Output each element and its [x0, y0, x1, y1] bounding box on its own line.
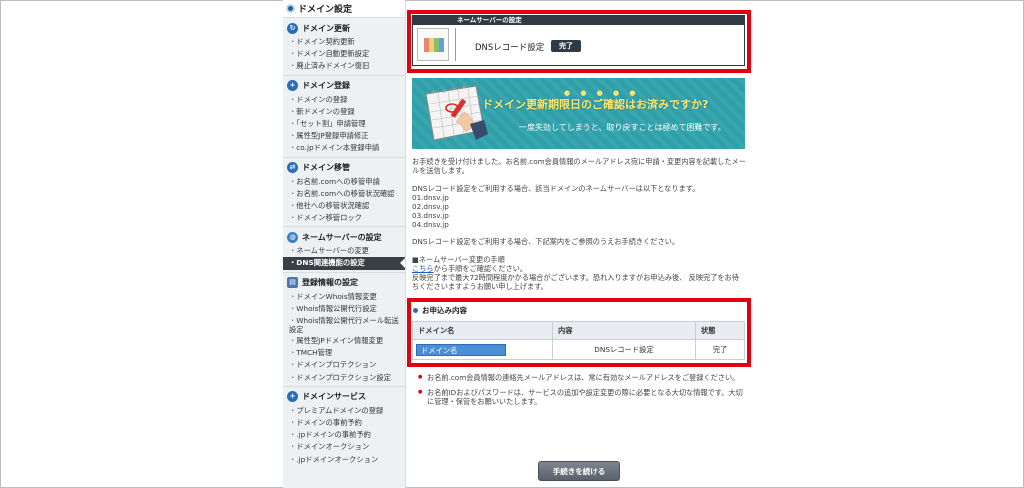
section-domain-services: + ドメインサービス プレミアムドメインの登録 ドメインの事前予約 .jpドメイン…: [283, 387, 405, 468]
nameserver-intro-text: DNSレコード設定をご利用する場合、該当ドメインのネームサーバーは以下となります…: [412, 184, 700, 193]
sidebar-item[interactable]: .jpドメインの事前予約: [283, 429, 405, 441]
nameserver-item: 01.dnsv.jp: [412, 193, 449, 202]
note-item: お名前IDおよびパスワードは、サービスの追加や設定変更の際に必要となる大切な情報…: [418, 388, 748, 406]
section-title: 登録情報の設定: [302, 278, 358, 288]
globe-icon: ◍: [287, 231, 298, 243]
sidebar-item[interactable]: お名前.comへの移管状況確認: [283, 188, 405, 200]
sidebar-item[interactable]: 他社への移管状況確認: [283, 200, 405, 212]
sidebar-item[interactable]: Whois情報公開代行設定: [283, 303, 405, 315]
sidebar-item[interactable]: お名前.comへの移管申請: [283, 176, 405, 188]
sidebar-item[interactable]: ドメインWhois情報変更: [283, 291, 405, 303]
highlight-box-status: [407, 10, 751, 73]
dns-guide-text: DNSレコード設定をご利用する場合、下記案内をご参照のうえお手続きください。: [412, 237, 680, 246]
confirmation-text: お手続きを受け付けました。お名前.com会員情報のメールアドレス宛に申請・変更内…: [412, 157, 746, 175]
nameserver-list: 01.dnsv.jp 02.dnsv.jp 03.dnsv.jp 04.dnsv…: [412, 193, 746, 229]
sidebar-title-text: ドメイン設定: [298, 5, 353, 15]
sidebar-item[interactable]: 属性型JPドメイン情報変更: [283, 335, 405, 347]
sidebar-item[interactable]: .jpドメインオークション: [283, 454, 405, 466]
ns-change-heading: ■ネームサーバー変更の手順: [412, 255, 505, 264]
plus-icon: +: [287, 80, 298, 92]
highlight-box-order: [407, 298, 751, 367]
sidebar-item[interactable]: 廃止済みドメイン復旧: [283, 60, 405, 72]
continue-button[interactable]: 手続きを続ける: [538, 461, 620, 481]
sidebar-item[interactable]: TMCH管理: [283, 347, 405, 359]
section-domain-renewal: ↻ ドメイン更新 ドメイン契約更新 ドメイン自動更新設定 廃止済みドメイン復旧: [283, 18, 405, 76]
sidebar-item[interactable]: 「セット割」申請管理: [283, 118, 405, 130]
procedure-link-suffix: から手順をご確認ください。: [433, 264, 528, 273]
sidebar-item[interactable]: 属性型JP登録申請修正: [283, 130, 405, 142]
sidebar-item[interactable]: プレミアムドメインの登録: [283, 405, 405, 417]
nameserver-item: 04.dnsv.jp: [412, 220, 449, 229]
banner-title: ドメイン更新期限日のご確認はお済みですか?: [482, 98, 709, 111]
sidebar-item[interactable]: ネームサーバーの変更: [283, 245, 405, 257]
sidebar-item[interactable]: ドメインオークション: [283, 441, 405, 453]
procedure-link[interactable]: こちら: [412, 264, 434, 273]
sidebar-item[interactable]: ドメイン移管ロック: [283, 212, 405, 224]
sidebar-item[interactable]: ドメインの登録: [283, 94, 405, 106]
section-title: ドメイン登録: [302, 81, 350, 91]
banner-subtitle: 一度失効してしまうと、取り戻すことは極めて困難です。: [519, 123, 726, 132]
circle-icon: [286, 4, 295, 13]
renewal-banner[interactable]: ● ● ● ● ● ドメイン更新期限日のご確認はお済みですか? 一度失効してしま…: [412, 78, 745, 149]
section-title: ドメイン更新: [302, 23, 350, 33]
note-item: お名前.com会員情報の連絡先メールアドレスは、常に有効なメールアドレスをご登録…: [418, 373, 748, 382]
reflection-notice: 反映完了まで最大72時間程度かかる場合がございます。恐れ入りますがお申込み後、 …: [412, 273, 739, 291]
section-domain-registration: + ドメイン登録 ドメインの登録 新ドメインの登録 「セット割」申請管理 属性型J…: [283, 76, 405, 158]
sidebar-item[interactable]: ドメインの事前予約: [283, 417, 405, 429]
sidebar-item[interactable]: ドメインプロテクション: [283, 359, 405, 371]
sidebar-title: ドメイン設定: [283, 0, 405, 18]
sidebar-item[interactable]: Whois情報公開代行メール転送設定: [283, 315, 405, 335]
section-title: ネームサーバーの設定: [302, 232, 382, 242]
refresh-icon: ↻: [287, 22, 298, 34]
transfer-icon: ⇄: [287, 162, 298, 173]
sidebar: ドメイン設定 ↻ ドメイン更新 ドメイン契約更新 ドメイン自動更新設定 廃止済みド…: [283, 0, 406, 488]
sidebar-item[interactable]: ドメインプロテクション設定: [283, 372, 405, 384]
document-icon: ▤: [287, 277, 298, 289]
notes-list: お名前.com会員情報の連絡先メールアドレスは、常に有効なメールアドレスをご登録…: [418, 373, 748, 412]
nameserver-item: 03.dnsv.jp: [412, 211, 449, 220]
section-title: ドメインサービス: [302, 392, 366, 402]
ns-change-section: ■ネームサーバー変更の手順 こちらから手順をご確認ください。 反映完了まで最大7…: [412, 255, 746, 291]
sidebar-item[interactable]: ドメイン自動更新設定: [283, 48, 405, 60]
section-domain-transfer: ⇄ ドメイン移管 お名前.comへの移管申請 お名前.comへの移管状況確認 他社…: [283, 158, 405, 228]
section-registration-info: ▤ 登録情報の設定 ドメインWhois情報変更 Whois情報公開代行設定 Who…: [283, 273, 405, 387]
sidebar-item[interactable]: co.jpドメイン本登録申請: [283, 142, 405, 154]
sidebar-item[interactable]: ドメイン契約更新: [283, 36, 405, 48]
sidebar-item[interactable]: 新ドメインの登録: [283, 106, 405, 118]
section-title: ドメイン移管: [302, 163, 350, 172]
sidebar-item-dns-active[interactable]: DNS関連機能の設定: [283, 257, 405, 270]
plus-icon: +: [287, 391, 298, 403]
section-nameserver: ◍ ネームサーバーの設定 ネームサーバーの変更 DNS関連機能の設定: [283, 227, 405, 273]
calendar-illustration-icon: [425, 85, 488, 141]
nameserver-item: 02.dnsv.jp: [412, 202, 449, 211]
